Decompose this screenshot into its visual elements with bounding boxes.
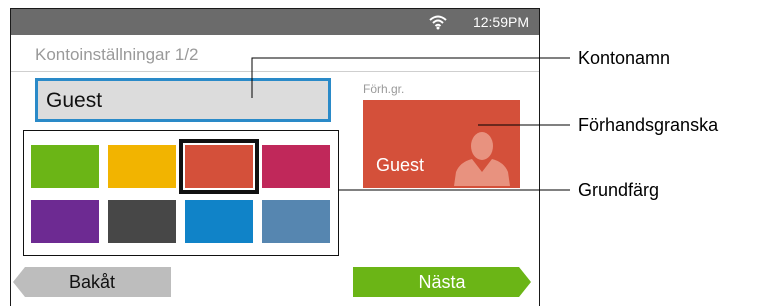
callout-preview: Förhandsgranska [578,115,719,135]
callout-account-name: Kontonamn [578,48,671,68]
callout-leader-lines [251,57,570,191]
leader-account-name [251,57,570,98]
callout-base-color: Grundfärg [578,180,660,200]
